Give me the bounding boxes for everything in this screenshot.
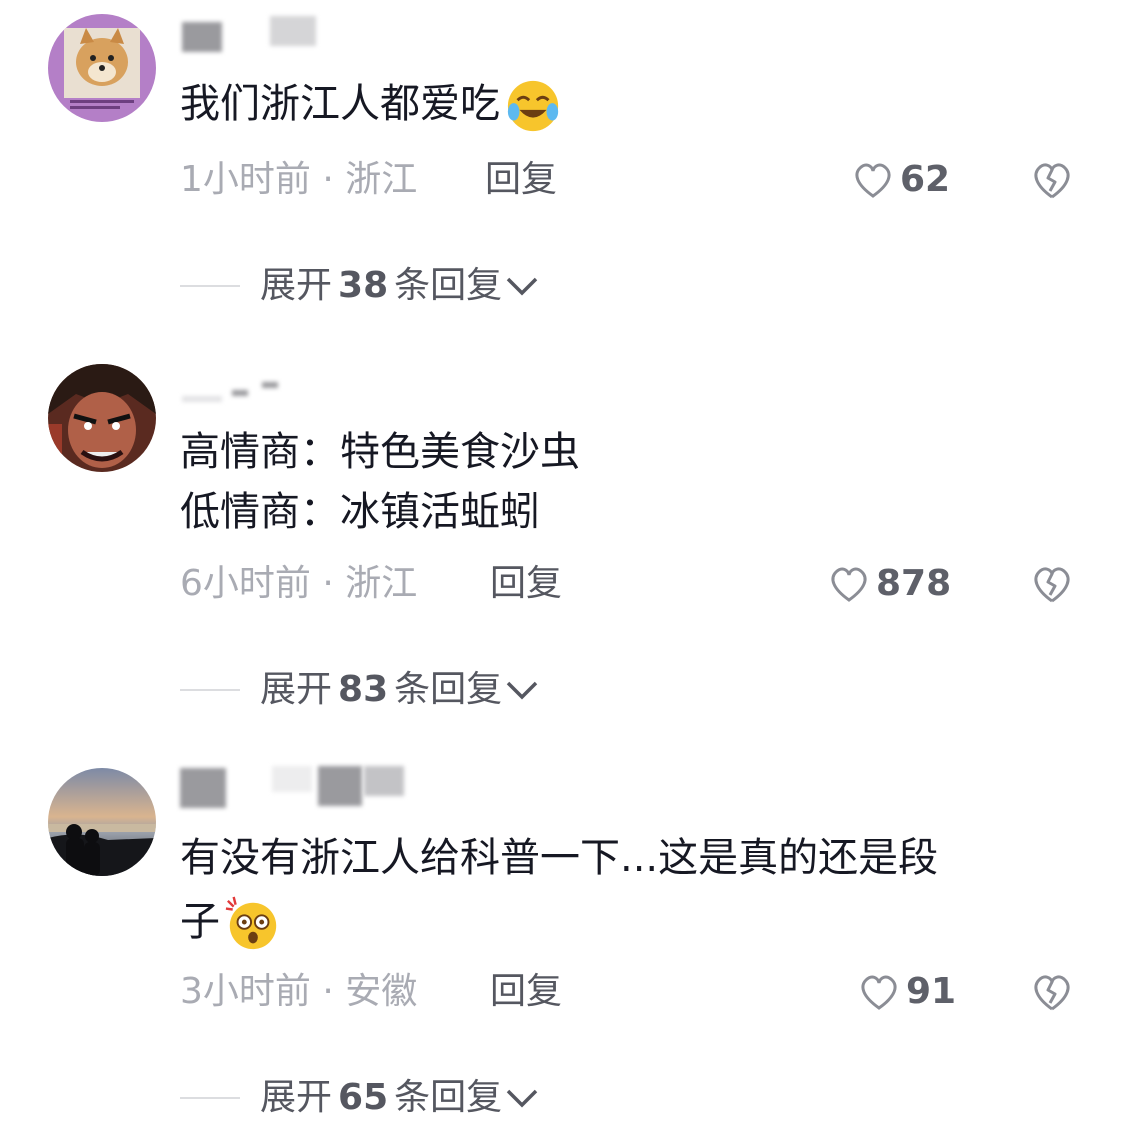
location: 安徽 (345, 971, 418, 1012)
like-button[interactable]: 878 (828, 564, 951, 604)
heart-icon (855, 163, 891, 198)
expand-prefix: 展开 (260, 1077, 333, 1118)
anime-face-avatar-icon (48, 364, 156, 472)
username[interactable] (182, 22, 222, 52)
comment-meta: 1小时前 · 浙江 (180, 160, 417, 200)
reply-button[interactable]: 回复 (490, 564, 562, 604)
shocked-emoji-icon (225, 896, 277, 950)
expand-replies-button[interactable]: 展开 38 条回复 (180, 266, 542, 306)
comment-text: 我们浙江人都爱吃 (180, 74, 562, 135)
heart-icon (861, 975, 897, 1010)
username-blur (262, 382, 278, 388)
comment-text: 有没有浙江人给科普一下...这是真的还是段 子 (180, 826, 938, 954)
reply-count: 65 (338, 1077, 389, 1118)
like-button[interactable]: 91 (858, 972, 956, 1012)
username-blur[interactable] (180, 768, 226, 808)
username-blur (272, 766, 312, 792)
timestamp: 6小时前 (180, 563, 311, 604)
comment-meta: 6小时前 · 浙江 (180, 564, 417, 604)
timestamp: 1小时前 (180, 159, 311, 200)
broken-heart-icon (1034, 567, 1070, 603)
chevron-down-icon (506, 1089, 538, 1108)
meta-separator: · (310, 563, 346, 604)
like-button[interactable]: 62 (852, 160, 950, 200)
expand-prefix: 展开 (260, 669, 333, 710)
like-count: 62 (900, 159, 951, 200)
location: 浙江 (345, 159, 418, 200)
meta-separator: · (310, 971, 346, 1012)
reply-count: 83 (338, 669, 389, 710)
divider-line (180, 689, 240, 691)
comment-meta: 3小时前 · 安徽 (180, 972, 417, 1012)
reply-button[interactable]: 回复 (485, 160, 557, 200)
reply-count: 38 (338, 265, 389, 306)
broken-heart-icon (1034, 975, 1070, 1011)
avatar[interactable] (48, 14, 156, 122)
dislike-button[interactable] (1030, 972, 1074, 1012)
chevron-down-icon (506, 681, 538, 700)
divider-line (180, 1097, 240, 1099)
expand-suffix: 条回复 (394, 265, 503, 306)
timestamp: 3小时前 (180, 971, 311, 1012)
like-count: 878 (876, 563, 952, 604)
expand-suffix: 条回复 (394, 1077, 503, 1118)
chevron-down-icon (506, 277, 538, 296)
username-blur (232, 390, 248, 396)
divider-line (180, 285, 240, 287)
dislike-button[interactable] (1030, 564, 1074, 604)
comment-text: 高情商：特色美食沙虫 低情商：冰镇活蚯蚓 (180, 429, 580, 535)
expand-replies-button[interactable]: 展开 83 条回复 (180, 670, 542, 710)
username-blur (364, 766, 404, 796)
laughing-tears-emoji-icon (507, 80, 559, 132)
like-count: 91 (906, 971, 957, 1012)
location: 浙江 (345, 563, 418, 604)
username-blur (318, 766, 362, 806)
expand-replies-button[interactable]: 展开 65 条回复 (180, 1078, 542, 1118)
shiba-avatar-icon (48, 14, 156, 122)
heart-icon (831, 567, 867, 602)
expand-suffix: 条回复 (394, 669, 503, 710)
sunset-avatar-icon (48, 768, 156, 876)
broken-heart-icon (1034, 163, 1070, 199)
username-blur[interactable] (182, 396, 222, 402)
avatar[interactable] (48, 364, 156, 472)
username-blur (270, 16, 316, 46)
expand-prefix: 展开 (260, 265, 333, 306)
reply-button[interactable]: 回复 (490, 972, 562, 1012)
avatar[interactable] (48, 768, 156, 876)
dislike-button[interactable] (1030, 160, 1074, 200)
meta-separator: · (310, 159, 346, 200)
